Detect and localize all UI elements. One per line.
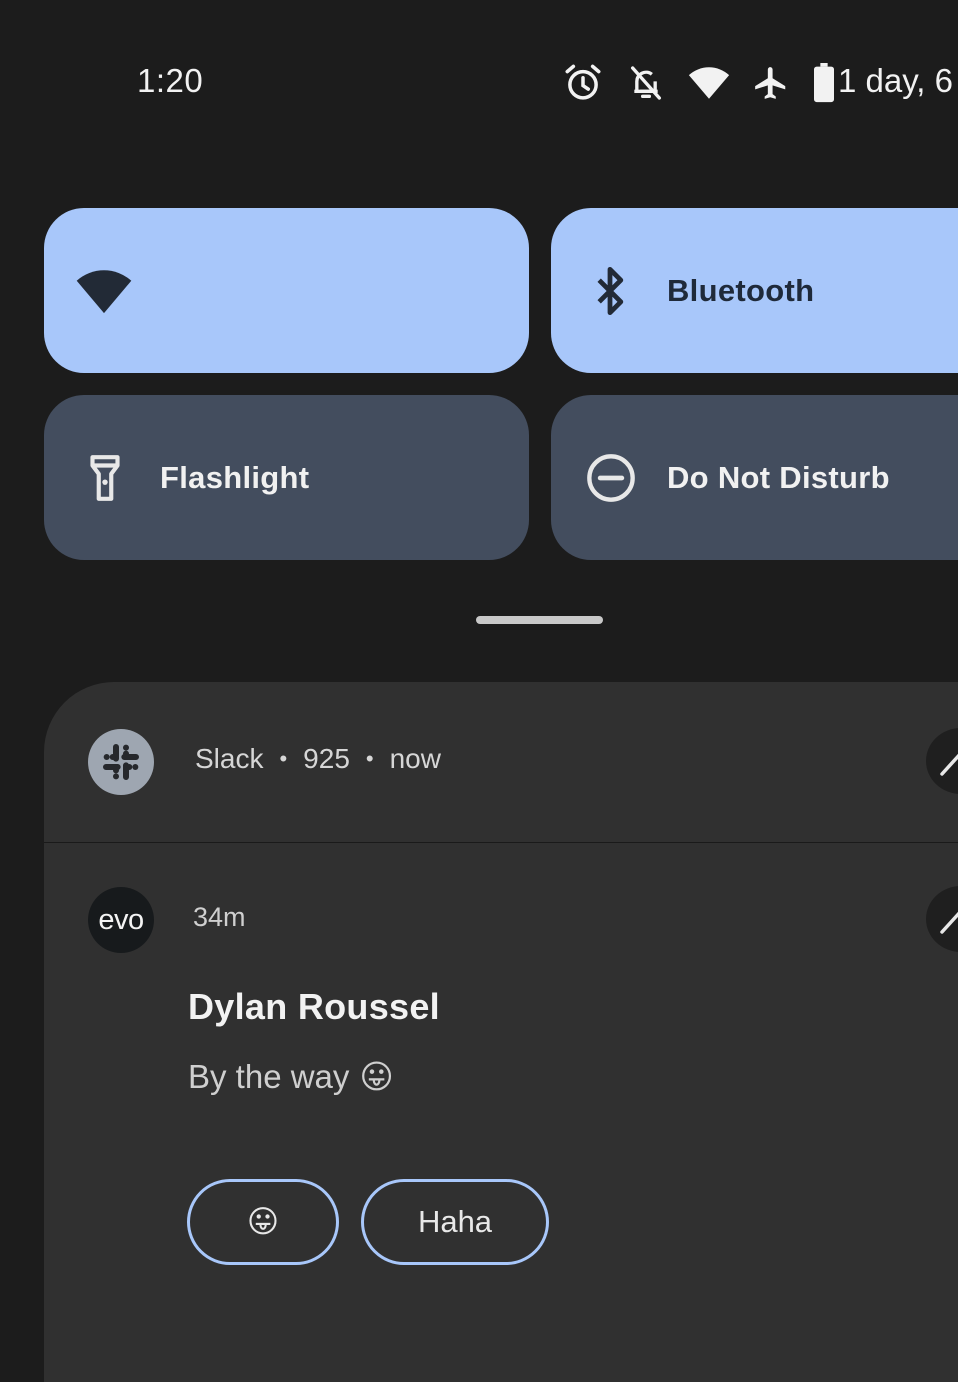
notification-card[interactable] [44,682,958,1382]
message-text: By the way 😛 [188,1057,394,1096]
smart-reply-label: 😛 [246,1204,280,1239]
smart-reply-haha-button[interactable]: Haha [361,1179,549,1265]
wifi-icon [76,269,132,313]
airplane-mode-icon [755,67,786,99]
separator-dot: • [279,746,288,771]
status-time: 1:20 [137,62,204,99]
flashlight-icon [90,454,120,501]
expand-icon [940,911,958,934]
notifications-off-icon [631,66,661,100]
battery-text: 1 day, 6 [838,62,953,99]
bluetooth-icon [597,266,624,315]
battery-icon [814,63,834,103]
message-time: 34m [193,902,246,932]
wifi-icon [688,67,730,99]
tile-dnd-label: Do Not Disturb [667,459,890,495]
notification-header: Slack • 925 • now [195,743,441,775]
alarm-icon [565,64,601,100]
status-icons [562,60,836,106]
smart-reply-emoji-button[interactable]: 😛 [187,1179,339,1265]
notification-divider [44,842,958,843]
tile-flashlight[interactable]: Flashlight [44,395,529,560]
tile-wifi[interactable] [44,208,529,373]
smart-reply-label: Haha [417,1204,493,1239]
tile-bluetooth-label: Bluetooth [667,272,815,308]
app-name: Slack [195,743,264,774]
drag-handle[interactable] [476,616,603,624]
avatar: evo [88,887,154,953]
sender-name: Dylan Roussel [188,986,440,1027]
tile-do-not-disturb[interactable]: Do Not Disturb [551,395,958,560]
separator-dot: • [365,746,374,771]
slack-logo-icon [103,744,139,780]
do-not-disturb-icon [587,453,635,502]
slack-app-icon [88,729,154,795]
notification-time: now [389,743,441,774]
notification-count: 925 [303,743,350,774]
message-body: By the way [188,1057,350,1095]
expand-icon [940,753,958,776]
message-emoji: 😛 [359,1058,394,1095]
tile-bluetooth[interactable]: Bluetooth [551,208,958,373]
tile-flashlight-label: Flashlight [160,459,310,495]
